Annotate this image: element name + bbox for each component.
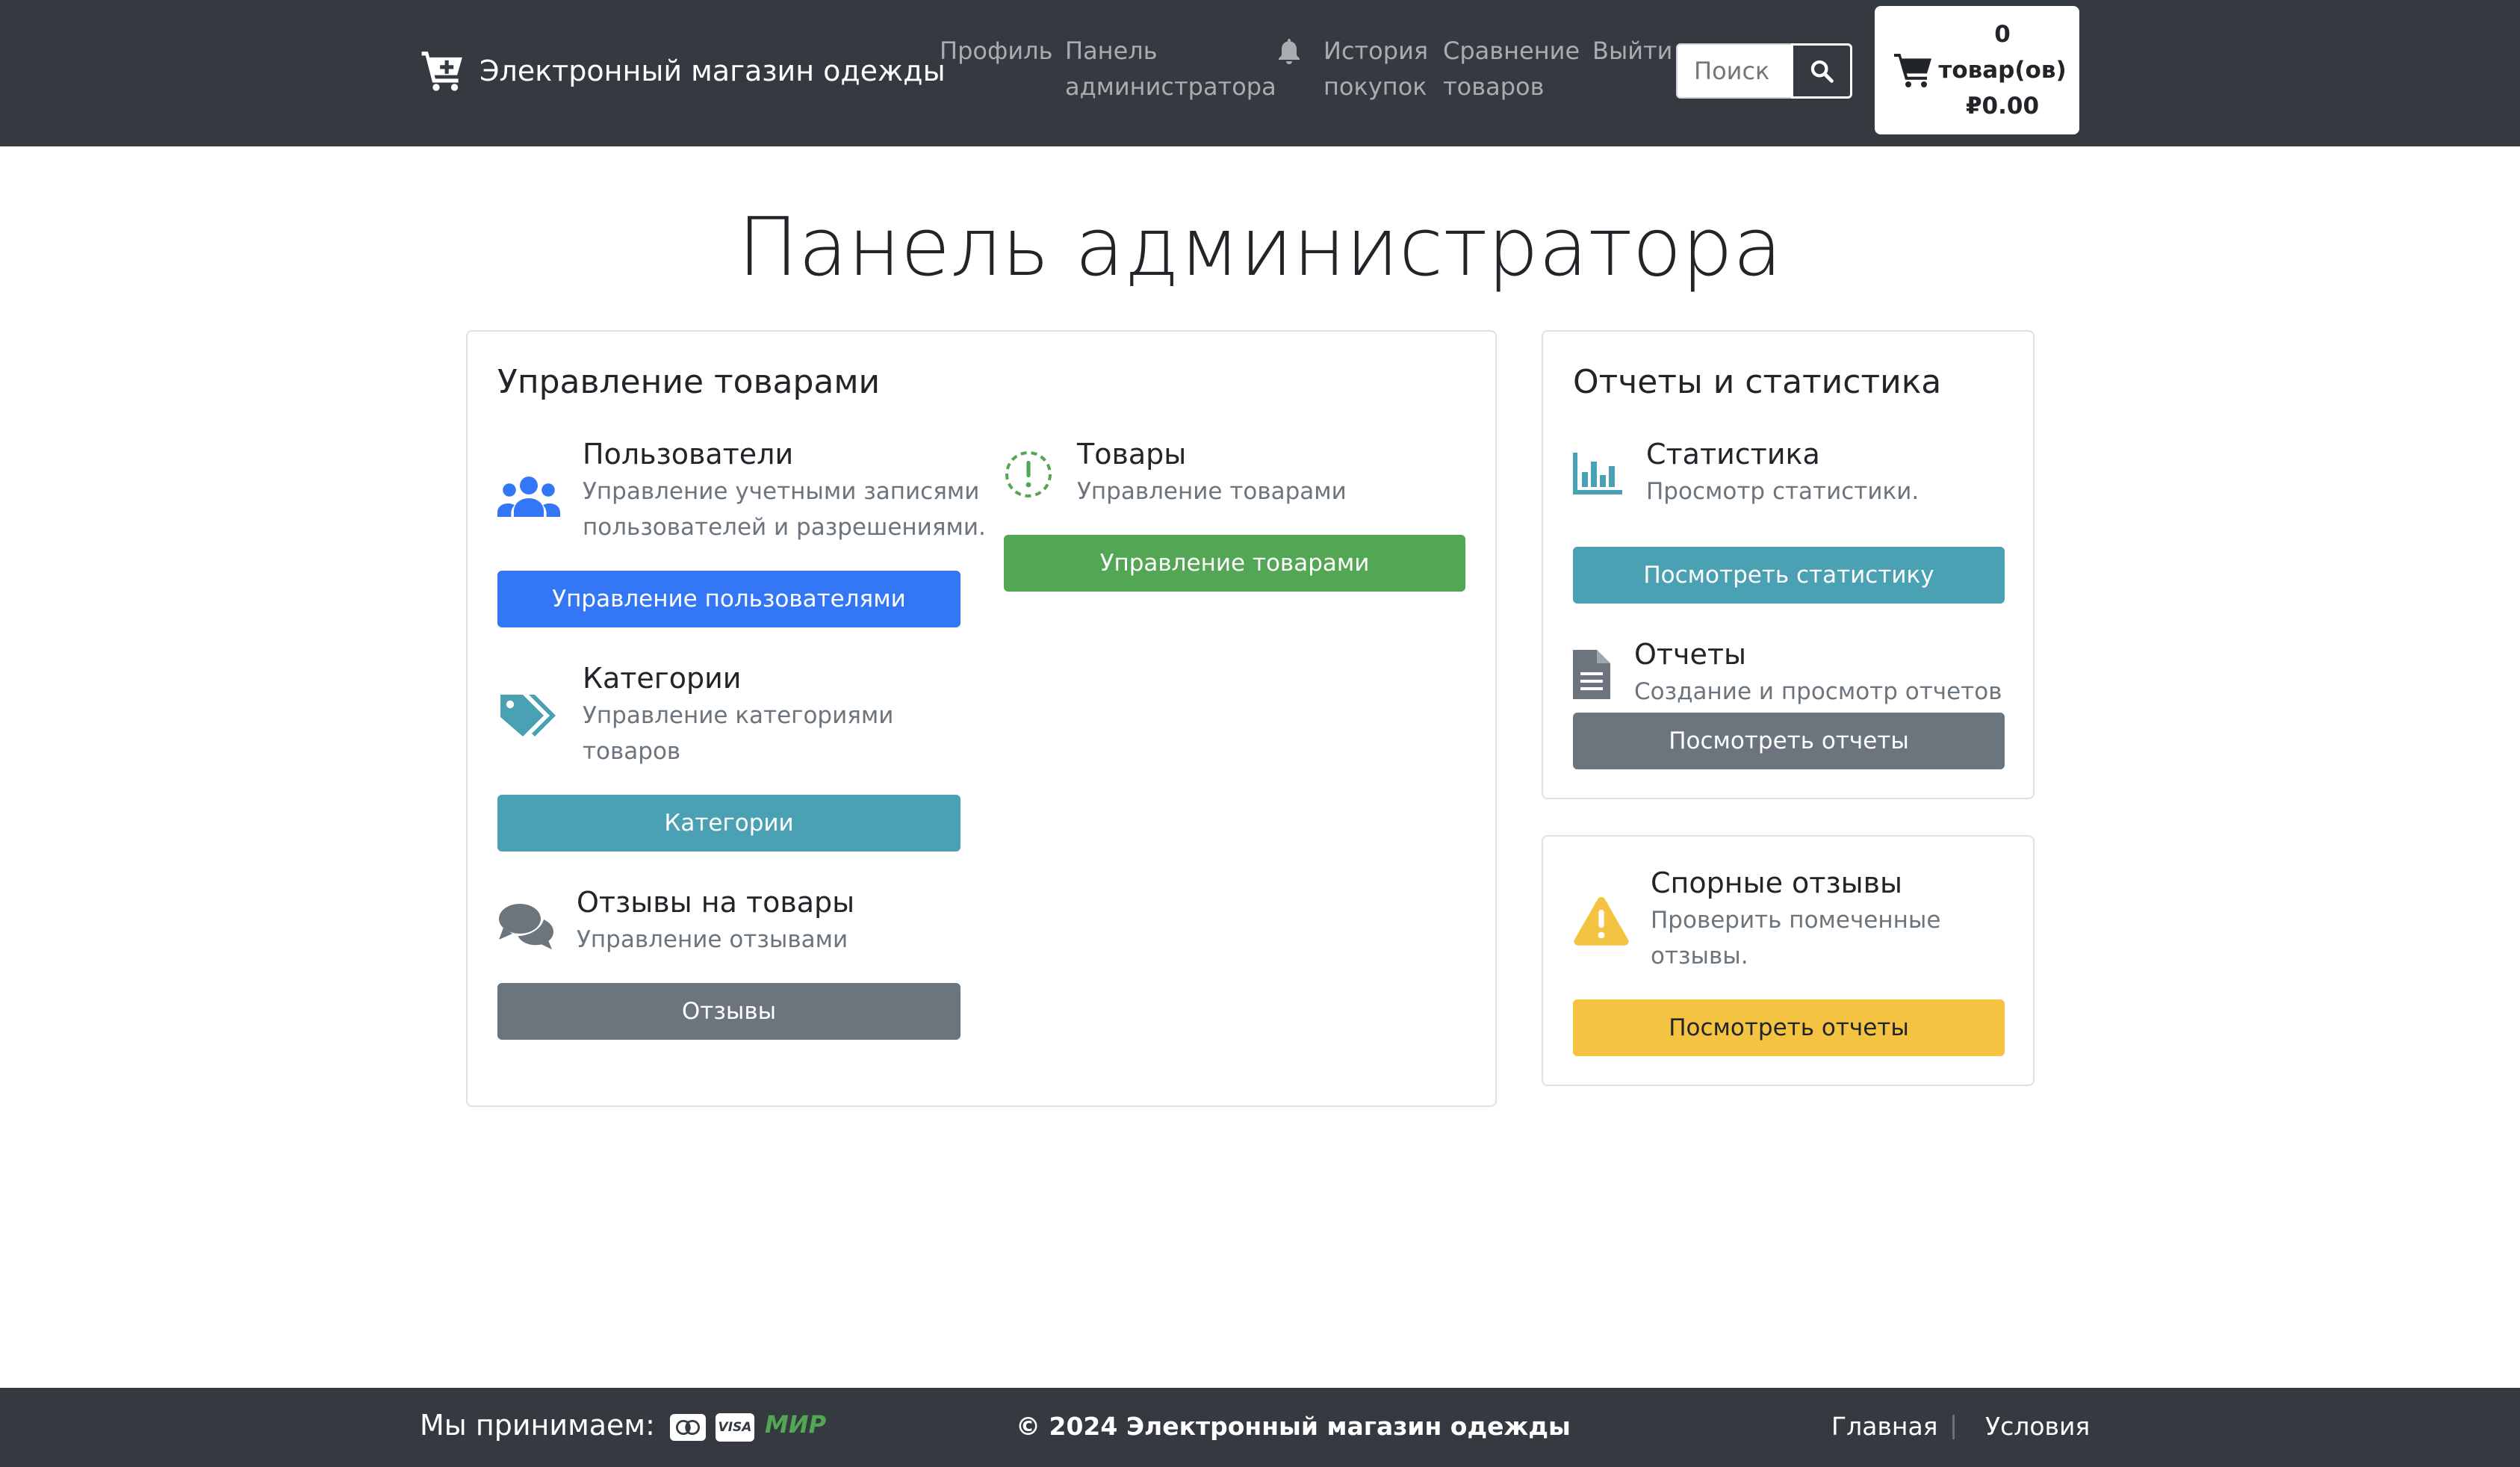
- reviews-button[interactable]: Отзывы: [497, 983, 960, 1040]
- nav-compare-line1: Сравнение: [1443, 37, 1580, 65]
- warning-icon: [1574, 897, 1629, 946]
- search-icon: [1810, 60, 1834, 83]
- mastercard-icon: [670, 1414, 706, 1441]
- comments-icon: [499, 904, 553, 949]
- users-title: Пользователи: [583, 438, 794, 471]
- categories-description: Управление категориями товаров: [583, 698, 893, 769]
- goods-description: Управление товарами: [1077, 478, 1347, 505]
- categories-desc-line1: Управление категориями: [583, 702, 894, 729]
- footer: Мы принимаем: VISA МИР © 2024 Электронны…: [0, 1388, 2520, 1467]
- nav-admin-line2: администратора: [1065, 72, 1276, 101]
- cart-button[interactable]: 0 товар(ов) ₽0.00: [1875, 6, 2079, 134]
- disputed-reviews-card: Спорные отзывы Проверить помеченные отзы…: [1542, 835, 2035, 1086]
- nav-logout-link[interactable]: Выйти: [1592, 33, 1672, 69]
- product-management-card: Управление товарами Пользователи Управле…: [466, 330, 1497, 1107]
- nav-purchase-history-link[interactable]: История покупок: [1323, 33, 1428, 105]
- card-title-product-management: Управление товарами: [497, 363, 881, 401]
- search-input[interactable]: [1676, 43, 1791, 99]
- document-icon: [1573, 650, 1610, 699]
- nav-logout-label: Выйти: [1592, 37, 1673, 65]
- footer-terms-link[interactable]: Условия: [1985, 1412, 2090, 1441]
- view-statistics-button[interactable]: Посмотреть статистику: [1573, 547, 2005, 604]
- tags-icon: [500, 695, 556, 736]
- users-icon: [497, 477, 560, 517]
- statistics-description: Просмотр статистики.: [1646, 478, 1920, 505]
- nav-profile-link[interactable]: Профиль: [940, 33, 1052, 69]
- mir-icon: МИР: [765, 1410, 827, 1439]
- reports-description: Создание и просмотр отчетов: [1634, 678, 2002, 705]
- goods-title: Товары: [1077, 438, 1187, 471]
- footer-separator: |: [1949, 1410, 1958, 1439]
- card-title-reports-statistics: Отчеты и статистика: [1573, 363, 1942, 401]
- disputed-desc-line2: отзывы.: [1651, 943, 1748, 970]
- manage-users-button[interactable]: Управление пользователями: [497, 571, 960, 627]
- brand-link[interactable]: Электронный магазин одежды: [420, 46, 946, 96]
- statistics-title: Статистика: [1646, 438, 1820, 471]
- nav-history-line1: История: [1323, 37, 1429, 65]
- payment-methods-label: Мы принимаем:: [420, 1409, 655, 1442]
- reports-title: Отчеты: [1634, 638, 1747, 671]
- brand-name: Электронный магазин одежды: [480, 55, 946, 87]
- nav-admin-panel-link[interactable]: Панель администратора: [1065, 33, 1276, 105]
- cart-unit: товар(ов): [1938, 57, 2067, 84]
- bell-icon[interactable]: [1277, 39, 1301, 66]
- categories-button[interactable]: Категории: [497, 795, 960, 852]
- disputed-desc-line1: Проверить помеченные: [1651, 907, 1941, 934]
- visa-icon: VISA: [716, 1413, 754, 1442]
- nav-admin-line1: Панель: [1065, 37, 1158, 65]
- users-desc-line2: пользователей и разрешениями.: [583, 514, 986, 541]
- top-navbar: Электронный магазин одежды Профиль Панел…: [0, 0, 2520, 146]
- search-button[interactable]: [1791, 43, 1852, 99]
- nav-compare-line2: товаров: [1443, 72, 1545, 101]
- copyright-text: © 2024 Электронный магазин одежды: [1016, 1412, 1571, 1441]
- cart-count: 0: [1994, 21, 2011, 48]
- users-desc-line1: Управление учетными записями: [583, 478, 980, 505]
- nav-history-line2: покупок: [1323, 72, 1427, 101]
- view-reports-button[interactable]: Посмотреть отчеты: [1573, 713, 2005, 769]
- cart-plus-icon: [421, 52, 462, 91]
- nav-profile-label: Профиль: [940, 37, 1053, 65]
- shopping-cart-icon: [1894, 54, 1931, 87]
- cart-total: ₽0.00: [1965, 93, 2040, 120]
- reports-statistics-card: Отчеты и статистика Статистика Просмотр …: [1542, 330, 2035, 799]
- categories-title: Категории: [583, 662, 742, 695]
- product-alert-icon: [1005, 451, 1052, 497]
- users-description: Управление учетными записями пользовател…: [583, 474, 986, 545]
- reviews-title: Отзывы на товары: [577, 886, 855, 919]
- categories-desc-line2: товаров: [583, 738, 681, 765]
- bar-chart-icon: [1573, 453, 1622, 494]
- cart-summary: 0 товар(ов) ₽0.00: [1933, 16, 2079, 124]
- nav-compare-link[interactable]: Сравнение товаров: [1443, 33, 1580, 105]
- manage-goods-button[interactable]: Управление товарами: [1004, 535, 1465, 592]
- reviews-description: Управление отзывами: [577, 926, 848, 953]
- disputed-reviews-title: Спорные отзывы: [1651, 866, 1903, 899]
- disputed-reviews-description: Проверить помеченные отзывы.: [1651, 902, 1940, 974]
- page-title: Панель администратора: [737, 201, 1783, 294]
- view-disputed-reviews-button[interactable]: Посмотреть отчеты: [1573, 999, 2005, 1056]
- footer-home-link[interactable]: Главная: [1831, 1412, 1938, 1441]
